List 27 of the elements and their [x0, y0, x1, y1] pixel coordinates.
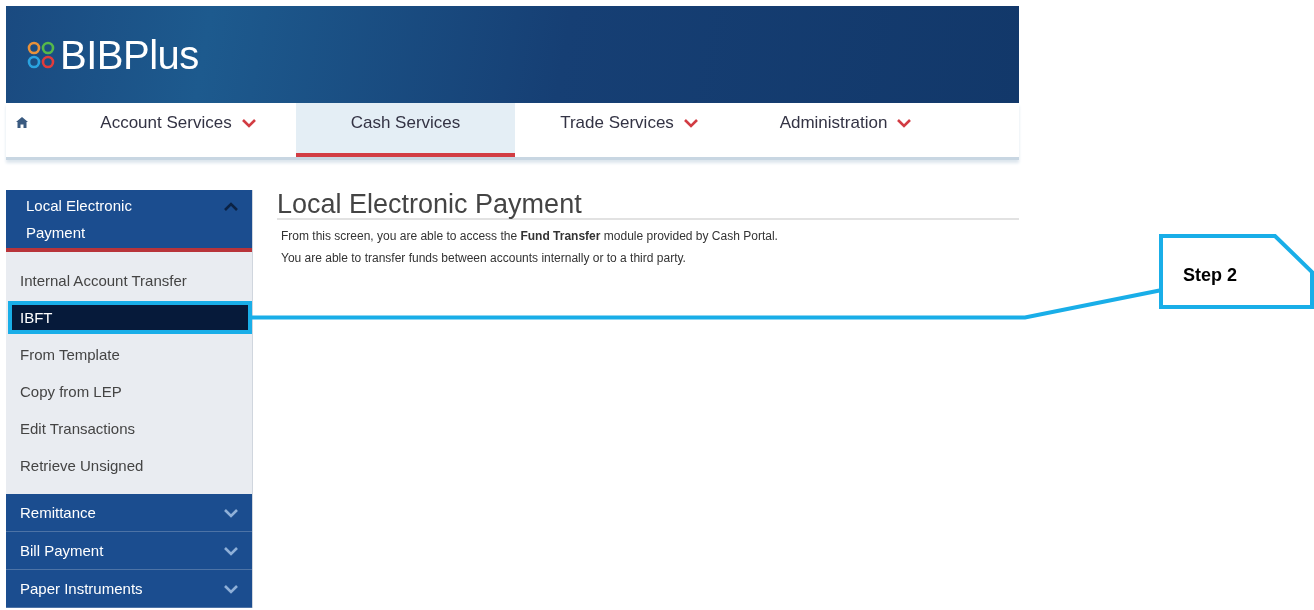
- sidebar-item[interactable]: From Template: [12, 342, 248, 367]
- home-icon[interactable]: [16, 117, 28, 128]
- nav-tab[interactable]: Trade Services: [515, 103, 743, 157]
- nav-tab[interactable]: Cash Services: [296, 103, 515, 157]
- sidebar-item[interactable]: Retrieve Unsigned: [12, 453, 248, 478]
- page-title: Local Electronic Payment: [277, 190, 1019, 221]
- sidebar-section[interactable]: Paper Instruments: [6, 570, 252, 608]
- chevron-icon: [224, 547, 238, 556]
- nav-tab[interactable]: Administration: [743, 103, 948, 157]
- chevron-icon: [224, 202, 238, 211]
- caret-icon: [683, 118, 698, 128]
- sidebar-section[interactable]: Bill Payment: [6, 532, 252, 570]
- logo-icon: [26, 39, 56, 70]
- chevron-icon: [224, 509, 238, 518]
- logo-text: BIBPlus: [60, 34, 199, 75]
- description-text: From this screen, you are able to access the Fund Transfer module provided by Cash Portal.: [281, 228, 779, 245]
- caret-icon: [241, 118, 256, 128]
- sidebar-section[interactable]: Local Electronic Payment: [6, 190, 252, 252]
- description-text: You are able to transfer funds between accounts internally or to a third party.: [281, 250, 687, 267]
- sidebar-section[interactable]: Remittance: [6, 494, 252, 532]
- nav-tab[interactable]: Account Services: [60, 103, 296, 157]
- chevron-icon: [224, 585, 238, 594]
- sidebar-item[interactable]: Internal Account Transfer: [12, 268, 248, 293]
- caret-icon: [897, 118, 912, 128]
- callout-label: Step 2: [1183, 264, 1238, 287]
- sidebar-item[interactable]: Edit Transactions: [12, 416, 248, 441]
- sidebar-item[interactable]: Copy from LEP: [12, 379, 248, 404]
